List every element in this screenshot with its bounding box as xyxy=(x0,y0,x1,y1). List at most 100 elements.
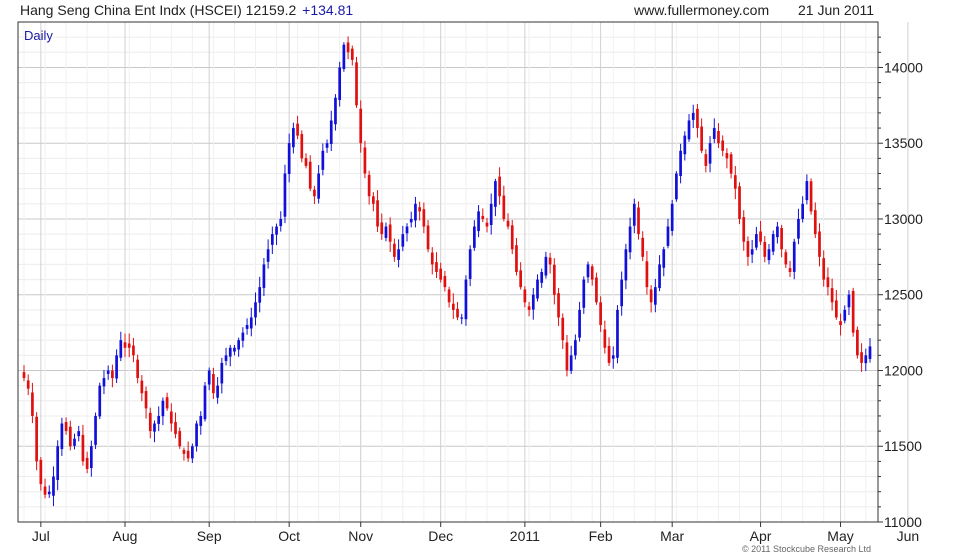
candle xyxy=(620,271,624,316)
candle xyxy=(696,104,699,138)
y-tick-label: 14000 xyxy=(884,59,923,75)
candle xyxy=(721,135,725,157)
candle xyxy=(477,205,480,238)
candle xyxy=(98,382,102,420)
candle-body xyxy=(721,140,725,151)
candle xyxy=(481,208,485,223)
candle-body xyxy=(565,342,569,371)
candle xyxy=(544,251,548,279)
candle-body xyxy=(675,173,678,200)
candle xyxy=(759,220,762,245)
candle xyxy=(565,335,569,377)
candlestick-chart: 11000115001200012500130001350014000Jul Au… xyxy=(17,21,923,544)
candle xyxy=(523,286,527,308)
candle-body xyxy=(270,234,274,245)
candle-body xyxy=(822,258,826,280)
candle-body xyxy=(397,249,400,260)
candle-body xyxy=(771,234,775,252)
candle xyxy=(56,440,60,491)
candle xyxy=(771,230,775,256)
x-tick-label: May xyxy=(827,528,853,544)
period-label: Daily xyxy=(24,28,53,43)
x-tick-label: Oct xyxy=(278,528,300,544)
candle xyxy=(325,139,329,153)
candle xyxy=(456,302,459,321)
candle-body xyxy=(611,355,615,359)
candle xyxy=(839,313,842,336)
candle-body xyxy=(826,277,830,288)
candle-body xyxy=(574,340,577,356)
candle-body xyxy=(738,186,741,219)
candle-body xyxy=(628,226,632,253)
candle-body xyxy=(679,150,682,176)
candle-body xyxy=(334,97,337,125)
candle-body xyxy=(401,234,405,247)
candle-body xyxy=(409,218,413,223)
candle xyxy=(628,217,632,260)
candle xyxy=(557,287,560,326)
candle-body xyxy=(818,231,821,257)
candle-body xyxy=(729,154,733,174)
candle xyxy=(742,210,746,251)
candle-body xyxy=(834,300,838,318)
candle xyxy=(729,151,733,179)
candle xyxy=(460,313,464,325)
candle-body xyxy=(763,241,767,257)
candle-body xyxy=(136,359,139,379)
candle xyxy=(797,208,800,245)
candle xyxy=(346,36,350,60)
candle xyxy=(519,262,523,290)
candle-body xyxy=(607,345,611,363)
candle xyxy=(275,223,278,246)
candle xyxy=(675,171,678,202)
candle-body xyxy=(443,276,447,288)
candle-body xyxy=(856,329,859,356)
candle-body xyxy=(275,226,278,235)
candle-body xyxy=(746,241,750,257)
candle-body xyxy=(847,294,851,308)
candle xyxy=(666,218,670,249)
candle xyxy=(451,293,455,319)
candle xyxy=(73,433,76,450)
candle-body xyxy=(468,249,472,279)
candle xyxy=(371,192,375,212)
candle-body xyxy=(717,131,720,144)
candle-body xyxy=(115,355,118,379)
candle-body xyxy=(809,181,813,212)
candle-body xyxy=(220,362,224,384)
candle-body xyxy=(801,203,805,219)
candle-body xyxy=(519,270,523,288)
candle-body xyxy=(47,491,51,495)
candle-body xyxy=(300,134,304,159)
candle xyxy=(868,338,872,363)
candle-body xyxy=(31,392,34,416)
candle xyxy=(317,165,320,204)
candle-body xyxy=(317,173,320,199)
candle-body xyxy=(464,279,468,320)
candle xyxy=(292,122,295,154)
candle-body xyxy=(422,209,426,227)
candle-body xyxy=(346,42,350,53)
candle xyxy=(708,136,712,173)
x-tick-label: 2011 xyxy=(510,528,540,544)
candle xyxy=(426,220,430,253)
candle xyxy=(397,239,400,268)
candle xyxy=(127,333,131,358)
candle xyxy=(763,236,767,263)
candle-body xyxy=(426,225,430,250)
candle xyxy=(233,344,236,356)
candle xyxy=(750,240,754,264)
candle xyxy=(767,243,771,265)
candle xyxy=(649,285,653,313)
candle-body xyxy=(85,457,89,469)
x-tick-label: Jul xyxy=(32,528,50,544)
candle-body xyxy=(864,355,868,364)
candle-body xyxy=(296,123,299,136)
candle-body xyxy=(868,346,872,360)
candle-body xyxy=(805,181,809,201)
candle-body xyxy=(199,415,203,426)
candle xyxy=(157,406,161,432)
candle xyxy=(826,267,830,296)
candle-body xyxy=(851,290,855,333)
candle-body xyxy=(26,380,30,389)
